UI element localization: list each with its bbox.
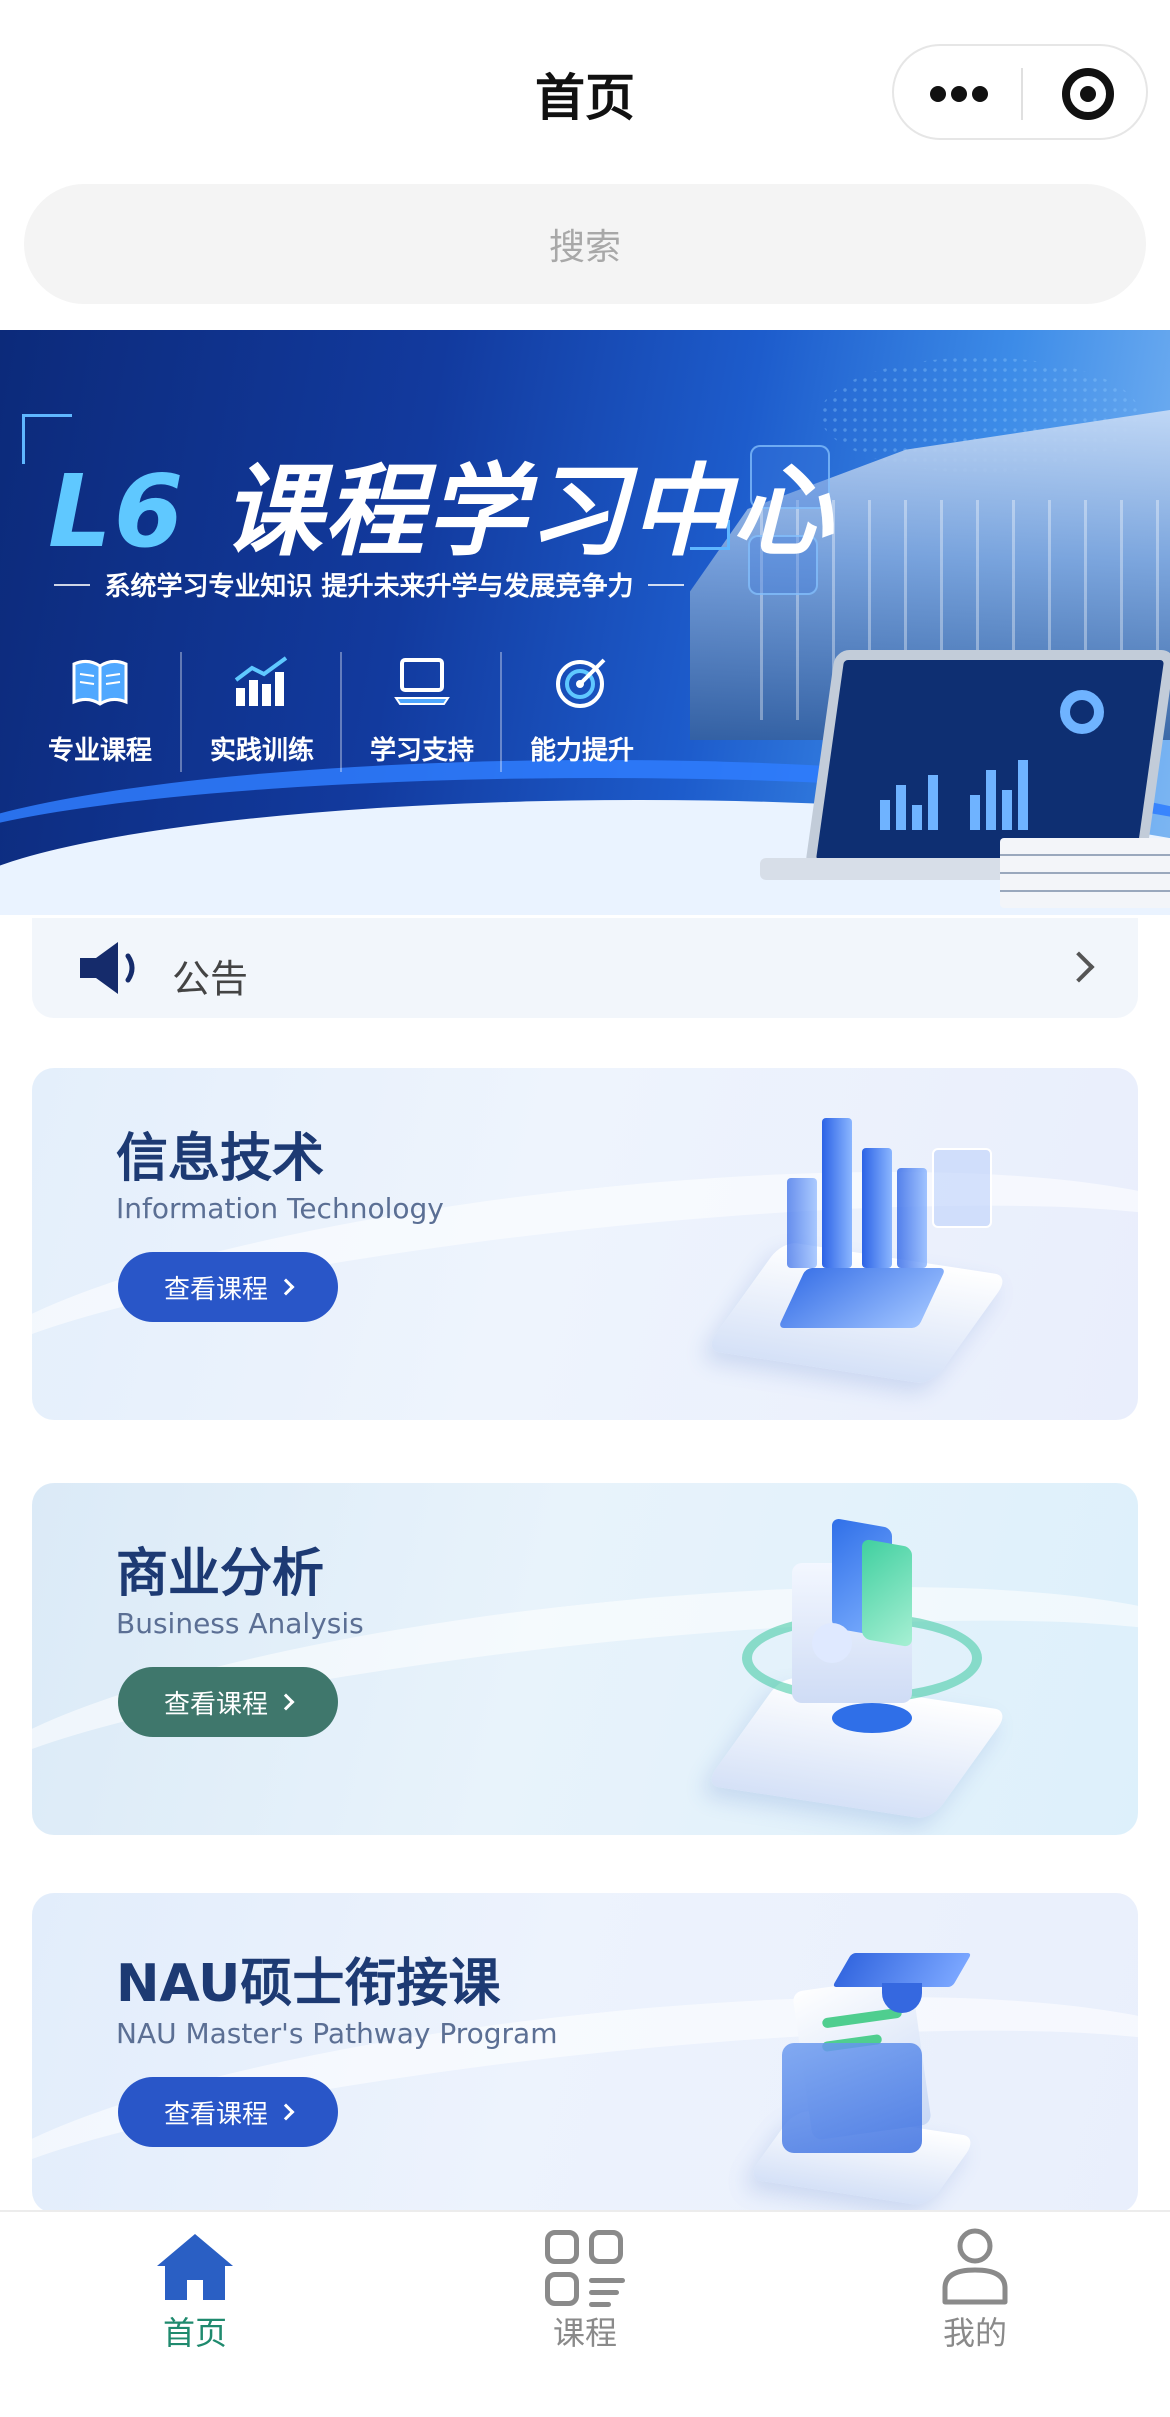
course-title: 商业分析 (116, 1544, 325, 1604)
feature-label: 学习支持 (369, 736, 474, 766)
chevron-right-icon (277, 1693, 295, 1711)
feature-item: 实践训练 (180, 652, 340, 772)
chevron-right-icon (1063, 951, 1095, 983)
chevron-right-icon (277, 1278, 295, 1296)
book-icon (72, 659, 128, 706)
course-subtitle: NAU Master's Pathway Program (116, 2017, 558, 2050)
feature-item: 能力提升 (500, 652, 660, 772)
course-subtitle: Information Technology (116, 1192, 444, 1225)
laptop-chart-graphic (880, 750, 1080, 830)
laptop-donut-graphic (1060, 690, 1104, 734)
books-graphic (1000, 838, 1170, 908)
search-input[interactable]: 搜索 (24, 184, 1146, 304)
laptop-icon (394, 658, 450, 705)
view-course-label: 查看课程 (163, 1689, 268, 1720)
banner-title-highlight: L6 (48, 453, 186, 570)
banner-title-text: 课程学习中心 (222, 453, 835, 570)
close-target-icon[interactable] (1062, 68, 1114, 120)
course-card-ba[interactable]: 商业分析 Business Analysis 查看课程 (32, 1483, 1138, 1835)
course-card-it[interactable]: 信息技术 Information Technology 查看课程 (32, 1068, 1138, 1420)
notice-label: 公告 (172, 957, 249, 1001)
tab-home[interactable]: 首页 (0, 2212, 390, 2352)
feature-item: 学习支持 (340, 652, 500, 772)
course-title: NAU硕士衔接课 (116, 1954, 501, 2014)
graduation-folder-illustration (712, 1933, 1012, 2213)
grid-icon (545, 2230, 625, 2307)
course-card-nau[interactable]: NAU硕士衔接课 NAU Master's Pathway Program 查看… (32, 1893, 1138, 2213)
tab-label: 我的 (942, 2314, 1007, 2352)
feature-item: 专业课程 (20, 652, 180, 772)
view-course-label: 查看课程 (163, 2099, 268, 2130)
banner-subtitle: 系统学习专业知识 提升未来升学与发展竞争力 (54, 566, 684, 603)
mini-program-capsule (892, 44, 1148, 140)
feature-label: 实践训练 (209, 736, 314, 766)
course-title: 信息技术 (116, 1129, 325, 1189)
capsule-divider (1021, 68, 1023, 120)
feature-label: 能力提升 (529, 736, 634, 766)
target-icon (556, 658, 606, 708)
more-icon[interactable] (930, 76, 988, 112)
bar-chart-icon (234, 656, 288, 706)
chevron-right-icon (277, 2103, 295, 2121)
data-dashboard-illustration (704, 1108, 1012, 1388)
user-icon (942, 2228, 1008, 2305)
tab-me[interactable]: 我的 (780, 2212, 1170, 2352)
feature-label: 专业课程 (47, 736, 152, 766)
view-course-button[interactable]: 查看课程 (118, 2077, 338, 2147)
top-navbar: 首页 (0, 0, 1170, 180)
view-course-button[interactable]: 查看课程 (118, 1667, 338, 1737)
banner-features: 专业课程 实践训练 学习支持 能力提升 (20, 652, 660, 772)
view-course-button[interactable]: 查看课程 (118, 1252, 338, 1322)
course-subtitle: Business Analysis (116, 1607, 364, 1640)
view-course-label: 查看课程 (163, 1274, 268, 1305)
hero-banner[interactable]: L6 课程学习中心 系统学习专业知识 提升未来升学与发展竞争力 专业课程 实践训… (0, 330, 1170, 915)
banner-subtitle-text: 系统学习专业知识 提升未来升学与发展竞争力 (104, 572, 634, 602)
banner-title: L6 课程学习中心 (48, 430, 834, 575)
home-icon (157, 2234, 233, 2300)
tab-courses[interactable]: 课程 (390, 2212, 780, 2352)
server-share-illustration (704, 1517, 1012, 1820)
notice-bar[interactable]: 公告 (32, 918, 1138, 1018)
search-placeholder: 搜索 (548, 227, 621, 268)
tab-label: 课程 (552, 2314, 617, 2352)
bottom-tab-bar: 首页 课程 我的 (0, 2210, 1170, 2417)
speaker-icon (80, 942, 135, 994)
tab-label: 首页 (162, 2314, 227, 2352)
